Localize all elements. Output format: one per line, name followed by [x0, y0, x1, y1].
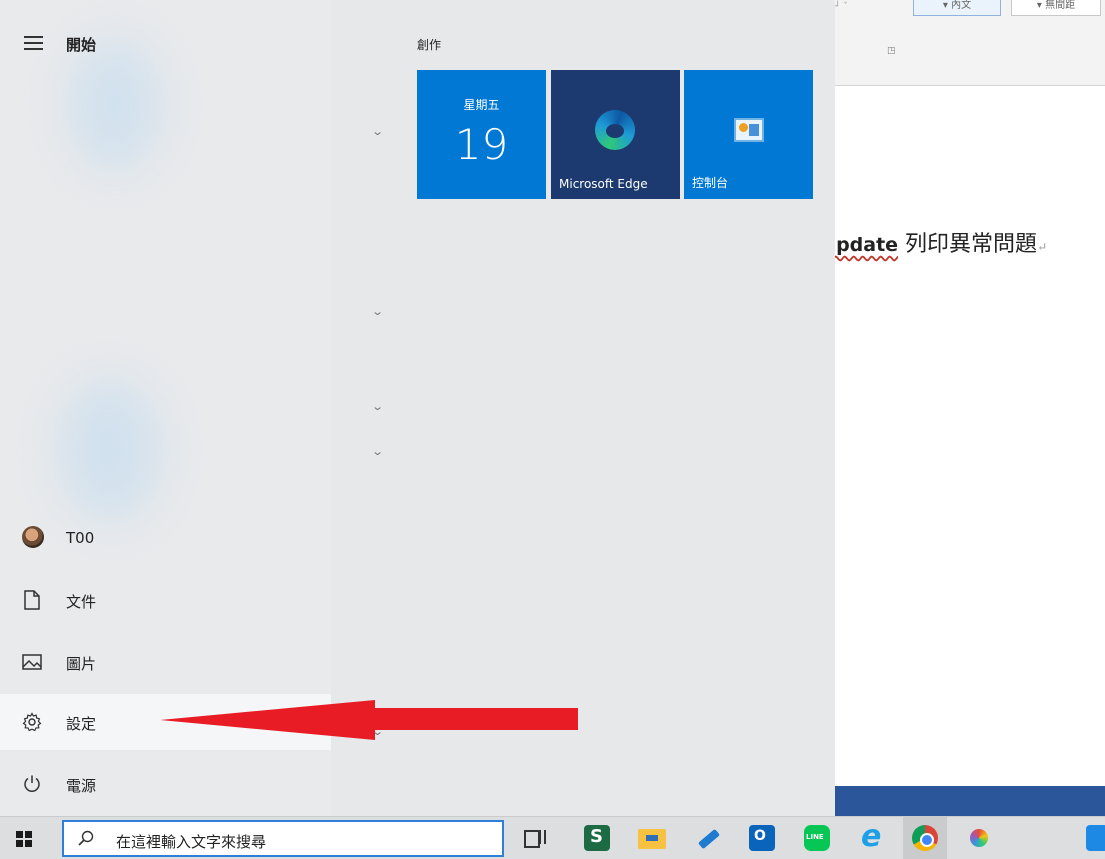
- file-explorer-icon[interactable]: [638, 829, 666, 849]
- calendar-date: 19: [454, 120, 509, 169]
- heading-cjk-text: 列印異常問題: [898, 232, 1038, 257]
- tile-calendar[interactable]: 星期五 19: [417, 70, 546, 199]
- taskbar: 在這裡輸入文字來搜尋: [0, 816, 1105, 859]
- document-icon: [22, 590, 42, 610]
- chevron-down-icon[interactable]: ⌄: [371, 445, 384, 458]
- heading-latin-text: Jpdate: [829, 234, 899, 256]
- nav-item-power[interactable]: 電源: [0, 756, 331, 812]
- hamburger-menu-icon[interactable]: [24, 36, 43, 50]
- calendar-day: 星期五: [463, 98, 500, 112]
- word-ribbon: ┘ ˇ ▾ 內文 ▾ 無間距 ◳: [835, 0, 1105, 86]
- style-no-spacing-button[interactable]: ▾ 無間距: [1011, 0, 1101, 16]
- windows-logo-icon: [16, 830, 32, 847]
- nav-label: 文件: [66, 593, 97, 611]
- nav-item-user[interactable]: T00: [0, 510, 331, 566]
- control-panel-icon: [734, 118, 764, 142]
- blur-decoration: [60, 380, 160, 520]
- task-view-icon[interactable]: [524, 828, 546, 848]
- search-placeholder: 在這裡輸入文字來搜尋: [116, 833, 267, 851]
- desktop: ┘ ˇ ▾ 內文 ▾ 無間距 ◳ Jpdate 列印異常問題↵ 開始 T00 文…: [0, 0, 1105, 859]
- start-button[interactable]: [0, 817, 48, 859]
- blur-decoration: [70, 40, 160, 170]
- chevron-down-icon[interactable]: ⌄: [371, 305, 384, 318]
- tile-group-header[interactable]: 創作: [417, 36, 441, 53]
- chevron-down-icon[interactable]: ⌄: [371, 125, 384, 138]
- ribbon-mark: ┘ ˇ: [835, 2, 848, 12]
- paragraph-mark: ↵: [1037, 240, 1048, 254]
- style-normal-button[interactable]: ▾ 內文: [913, 0, 1001, 16]
- tile-label: Microsoft Edge: [559, 177, 648, 191]
- internet-explorer-icon[interactable]: [858, 819, 884, 854]
- power-icon: [22, 774, 42, 794]
- nav-item-pictures[interactable]: 圖片: [0, 634, 331, 690]
- user-avatar: [22, 526, 44, 548]
- red-arrow-annotation: [160, 700, 578, 740]
- word-document-window: ┘ ˇ ▾ 內文 ▾ 無間距 ◳ Jpdate 列印異常問題↵: [829, 0, 1105, 816]
- green-s-app-icon[interactable]: [584, 825, 610, 851]
- outlook-icon[interactable]: [749, 825, 775, 851]
- tile-microsoft-edge[interactable]: Microsoft Edge: [551, 70, 680, 199]
- pen-app-icon[interactable]: [694, 825, 720, 851]
- tile-control-panel[interactable]: 控制台: [684, 70, 813, 199]
- search-icon: [78, 830, 94, 846]
- paint-app-icon[interactable]: [966, 825, 992, 851]
- pictures-icon: [22, 652, 42, 672]
- nav-label: T00: [66, 529, 95, 547]
- edge-icon: [595, 110, 635, 150]
- chrome-icon[interactable]: [912, 825, 938, 851]
- app-icon[interactable]: [1086, 825, 1105, 851]
- document-heading: Jpdate 列印異常問題↵: [829, 226, 1047, 258]
- nav-label: 圖片: [66, 655, 97, 673]
- tile-label: 控制台: [692, 176, 729, 190]
- nav-label: 電源: [66, 777, 97, 795]
- dialog-launcher-icon[interactable]: ◳: [887, 46, 896, 56]
- line-icon[interactable]: [804, 825, 830, 851]
- nav-item-documents[interactable]: 文件: [0, 572, 331, 628]
- chevron-down-icon[interactable]: ⌄: [371, 400, 384, 413]
- gear-icon: [22, 712, 42, 732]
- taskbar-search-box[interactable]: 在這裡輸入文字來搜尋: [62, 820, 504, 857]
- start-title: 開始: [66, 36, 97, 54]
- word-status-bar: [835, 786, 1105, 816]
- nav-label: 設定: [66, 715, 97, 733]
